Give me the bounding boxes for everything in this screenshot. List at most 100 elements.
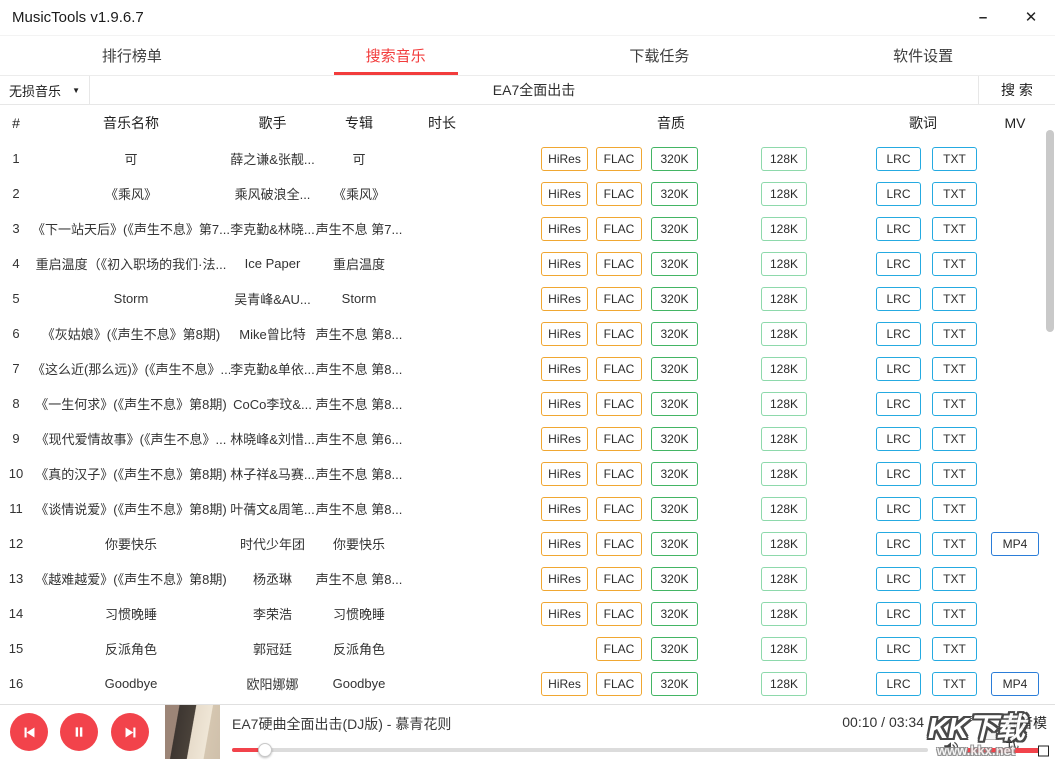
320k-download-button[interactable]: 320K [651, 672, 698, 696]
progress-knob[interactable] [258, 743, 272, 757]
hires-download-button[interactable]: HiRes [541, 672, 588, 696]
320k-download-button[interactable]: 320K [651, 217, 698, 241]
hires-download-button[interactable]: HiRes [541, 497, 588, 521]
320k-download-button[interactable]: 320K [651, 182, 698, 206]
128k-download-button[interactable]: 128K [761, 392, 807, 416]
lrc-download-button[interactable]: LRC [876, 392, 921, 416]
txt-download-button[interactable]: TXT [932, 567, 977, 591]
hires-download-button[interactable]: HiRes [541, 427, 588, 451]
128k-download-button[interactable]: 128K [761, 567, 807, 591]
320k-download-button[interactable]: 320K [651, 637, 698, 661]
txt-download-button[interactable]: TXT [932, 357, 977, 381]
128k-download-button[interactable]: 128K [761, 672, 807, 696]
flac-download-button[interactable]: FLAC [596, 602, 642, 626]
flac-download-button[interactable]: FLAC [596, 217, 642, 241]
lrc-download-button[interactable]: LRC [876, 287, 921, 311]
volume-slider[interactable] [966, 748, 1044, 753]
128k-download-button[interactable]: 128K [761, 462, 807, 486]
lrc-download-button[interactable]: LRC [876, 637, 921, 661]
lrc-download-button[interactable]: LRC [876, 322, 921, 346]
lrc-download-button[interactable]: LRC [876, 567, 921, 591]
128k-download-button[interactable]: 128K [761, 532, 807, 556]
search-button[interactable]: 搜 索 [978, 76, 1055, 104]
mp4-download-button[interactable]: MP4 [991, 672, 1039, 696]
source-dropdown[interactable]: 无损音乐 ▼ [0, 76, 90, 104]
flac-download-button[interactable]: FLAC [596, 147, 642, 171]
320k-download-button[interactable]: 320K [651, 602, 698, 626]
hires-download-button[interactable]: HiRes [541, 287, 588, 311]
progress-bar[interactable] [232, 748, 928, 752]
hires-download-button[interactable]: HiRes [541, 357, 588, 381]
hires-download-button[interactable]: HiRes [541, 567, 588, 591]
lrc-download-button[interactable]: LRC [876, 427, 921, 451]
320k-download-button[interactable]: 320K [651, 252, 698, 276]
flac-download-button[interactable]: FLAC [596, 672, 642, 696]
txt-download-button[interactable]: TXT [932, 602, 977, 626]
flac-download-button[interactable]: FLAC [596, 427, 642, 451]
320k-download-button[interactable]: 320K [651, 322, 698, 346]
320k-download-button[interactable]: 320K [651, 427, 698, 451]
mute-checkbox[interactable] [985, 726, 999, 740]
128k-download-button[interactable]: 128K [761, 147, 807, 171]
txt-download-button[interactable]: TXT [932, 497, 977, 521]
tab-download-tasks[interactable]: 下载任务 [528, 36, 792, 75]
128k-download-button[interactable]: 128K [761, 217, 807, 241]
scrollbar[interactable] [1046, 106, 1054, 703]
txt-download-button[interactable]: TXT [932, 147, 977, 171]
flac-download-button[interactable]: FLAC [596, 287, 642, 311]
320k-download-button[interactable]: 320K [651, 567, 698, 591]
tab-rankings[interactable]: 排行榜单 [0, 36, 264, 75]
flac-download-button[interactable]: FLAC [596, 462, 642, 486]
lrc-download-button[interactable]: LRC [876, 672, 921, 696]
txt-download-button[interactable]: TXT [932, 252, 977, 276]
scrollbar-thumb[interactable] [1046, 130, 1054, 332]
lrc-download-button[interactable]: LRC [876, 217, 921, 241]
lrc-download-button[interactable]: LRC [876, 357, 921, 381]
lrc-download-button[interactable]: LRC [876, 532, 921, 556]
mp4-download-button[interactable]: MP4 [991, 532, 1039, 556]
320k-download-button[interactable]: 320K [651, 532, 698, 556]
128k-download-button[interactable]: 128K [761, 602, 807, 626]
320k-download-button[interactable]: 320K [651, 357, 698, 381]
tab-search-music[interactable]: 搜索音乐 [264, 36, 528, 75]
search-input[interactable] [90, 76, 978, 104]
hires-download-button[interactable]: HiRes [541, 602, 588, 626]
close-button[interactable]: ✕ [1007, 0, 1055, 36]
hires-download-button[interactable]: HiRes [541, 147, 588, 171]
flac-download-button[interactable]: FLAC [596, 497, 642, 521]
320k-download-button[interactable]: 320K [651, 392, 698, 416]
128k-download-button[interactable]: 128K [761, 497, 807, 521]
flac-download-button[interactable]: FLAC [596, 252, 642, 276]
128k-download-button[interactable]: 128K [761, 252, 807, 276]
hires-download-button[interactable]: HiRes [541, 252, 588, 276]
hires-download-button[interactable]: HiRes [541, 532, 588, 556]
flac-download-button[interactable]: FLAC [596, 392, 642, 416]
hires-download-button[interactable]: HiRes [541, 392, 588, 416]
320k-download-button[interactable]: 320K [651, 497, 698, 521]
128k-download-button[interactable]: 128K [761, 287, 807, 311]
flac-download-button[interactable]: FLAC [596, 532, 642, 556]
txt-download-button[interactable]: TXT [932, 182, 977, 206]
128k-download-button[interactable]: 128K [761, 637, 807, 661]
txt-download-button[interactable]: TXT [932, 322, 977, 346]
lrc-download-button[interactable]: LRC [876, 497, 921, 521]
hires-download-button[interactable]: HiRes [541, 182, 588, 206]
128k-download-button[interactable]: 128K [761, 182, 807, 206]
volume-knob[interactable] [1038, 745, 1049, 756]
txt-download-button[interactable]: TXT [932, 427, 977, 451]
pause-button[interactable] [60, 713, 98, 751]
flac-download-button[interactable]: FLAC [596, 637, 642, 661]
320k-download-button[interactable]: 320K [651, 147, 698, 171]
txt-download-button[interactable]: TXT [932, 532, 977, 556]
txt-download-button[interactable]: TXT [932, 392, 977, 416]
320k-download-button[interactable]: 320K [651, 462, 698, 486]
flac-download-button[interactable]: FLAC [596, 322, 642, 346]
128k-download-button[interactable]: 128K [761, 322, 807, 346]
tab-settings[interactable]: 软件设置 [791, 36, 1055, 75]
lrc-download-button[interactable]: LRC [876, 602, 921, 626]
lrc-download-button[interactable]: LRC [876, 252, 921, 276]
txt-download-button[interactable]: TXT [932, 287, 977, 311]
minimize-button[interactable]: – [959, 0, 1007, 36]
txt-download-button[interactable]: TXT [932, 217, 977, 241]
next-track-button[interactable] [111, 713, 149, 751]
